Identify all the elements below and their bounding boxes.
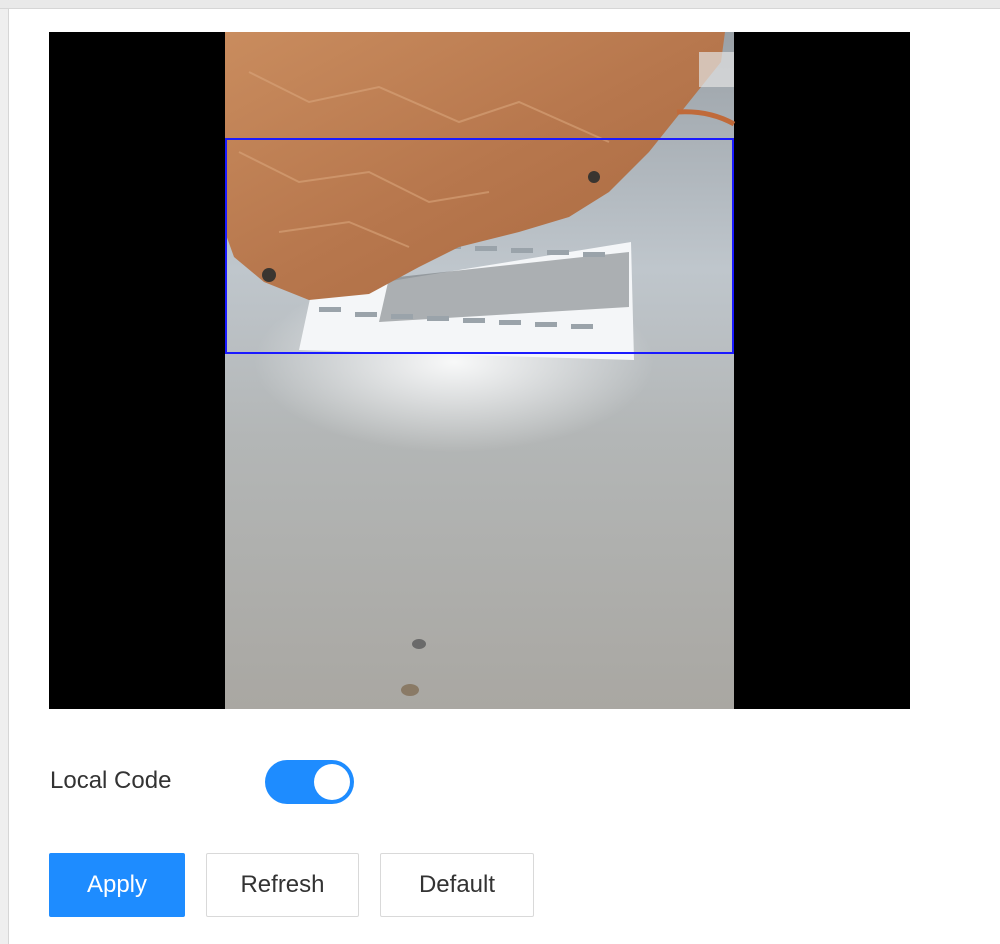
- live-video-preview[interactable]: [49, 32, 910, 709]
- apply-button[interactable]: Apply: [49, 853, 185, 917]
- window-top-border: [0, 0, 1000, 9]
- window-left-border: [0, 9, 9, 944]
- refresh-button[interactable]: Refresh: [206, 853, 359, 917]
- toggle-knob: [314, 764, 350, 800]
- default-button[interactable]: Default: [380, 853, 534, 917]
- local-code-label: Local Code: [50, 767, 172, 794]
- video-frame-image: [225, 32, 736, 709]
- local-code-toggle[interactable]: [265, 760, 354, 804]
